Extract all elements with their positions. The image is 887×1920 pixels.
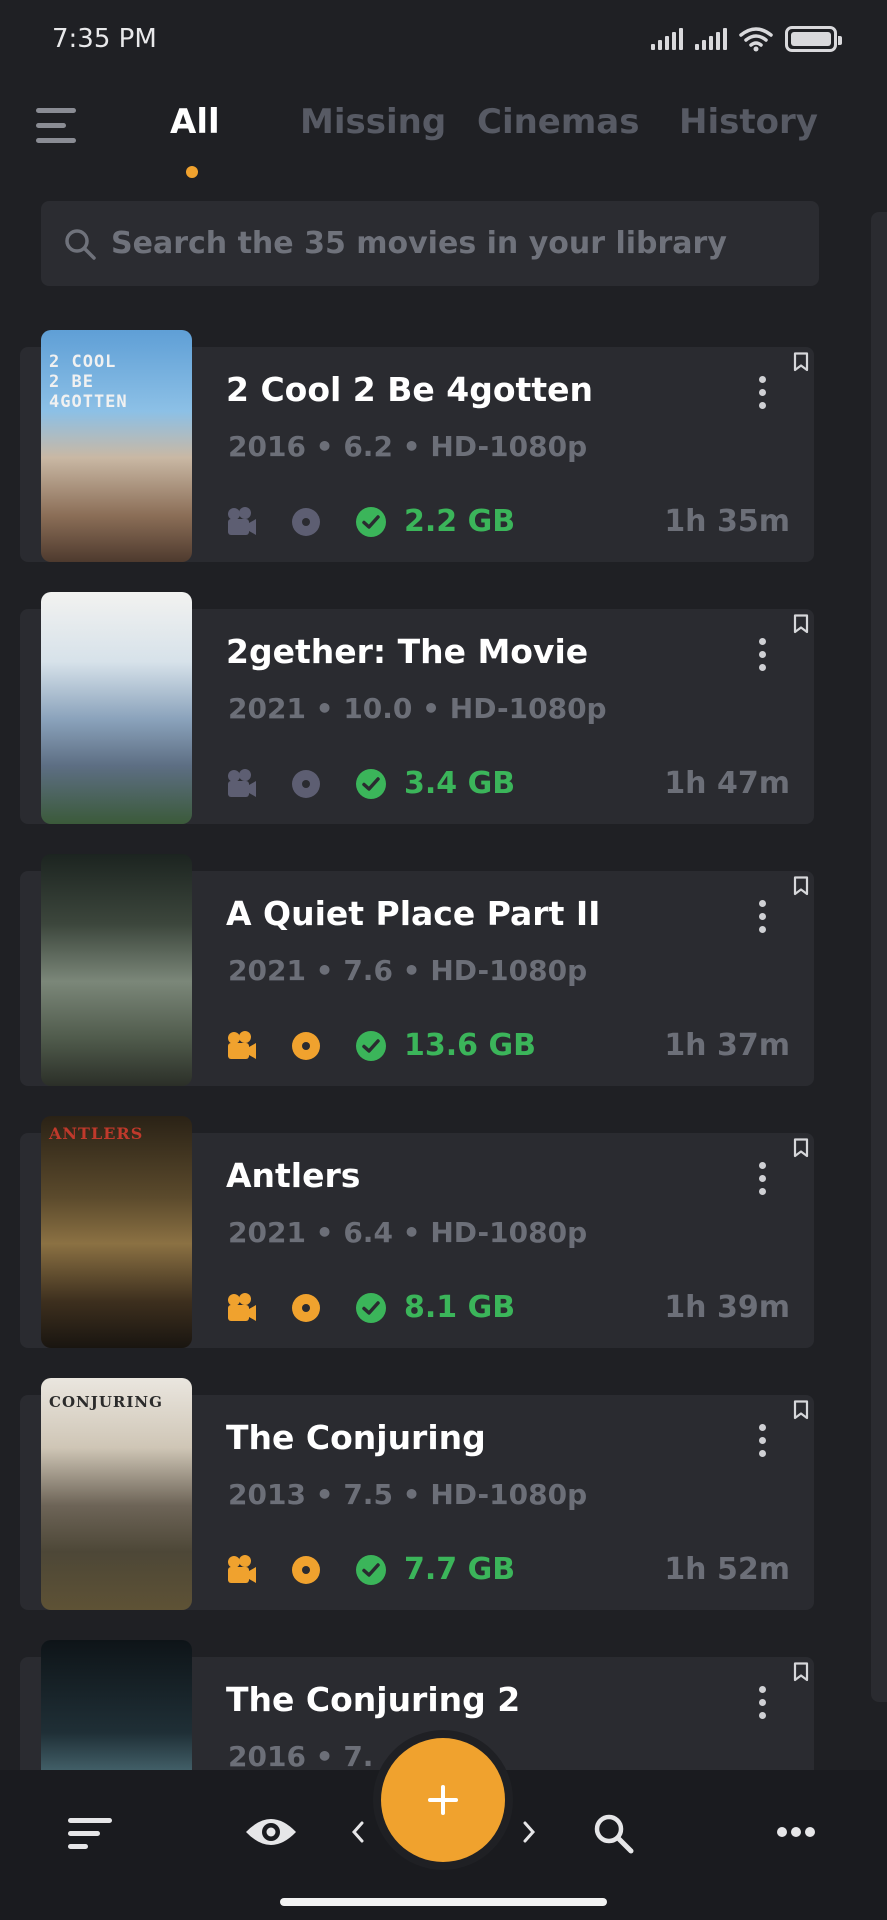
movie-card[interactable]: 2gether: The Movie 2021 • 10.0 • HD-1080p… bbox=[20, 592, 814, 824]
tab-cinemas[interactable]: Cinemas bbox=[477, 102, 639, 142]
file-size: 3.4 GB bbox=[404, 766, 516, 801]
movie-title[interactable]: A Quiet Place Part II bbox=[226, 894, 600, 933]
home-indicator[interactable] bbox=[280, 1898, 607, 1906]
signal-icon-2 bbox=[695, 28, 727, 50]
search-input[interactable]: Search the 35 movies in your library bbox=[111, 226, 727, 261]
downloaded-check-icon bbox=[356, 769, 386, 799]
movie-poster[interactable]: CONJURING bbox=[41, 1378, 192, 1610]
disc-icon[interactable] bbox=[292, 1032, 320, 1060]
eye-icon[interactable] bbox=[244, 1812, 298, 1852]
movie-title[interactable]: 2gether: The Movie bbox=[226, 632, 588, 671]
movie-list: 2 COOL 2 BE 4GOTTEN 2 Cool 2 Be 4gotten 20… bbox=[0, 330, 887, 1770]
trailer-camera-icon[interactable] bbox=[226, 1292, 258, 1324]
movie-card[interactable]: ANTLERS Antlers 2021 • 6.4 • HD-1080p 8.1 G… bbox=[20, 1116, 814, 1348]
bookmark-icon[interactable] bbox=[793, 352, 809, 372]
movie-meta: 2021 • 10.0 • HD-1080p bbox=[228, 692, 607, 725]
bookmark-icon[interactable] bbox=[793, 1400, 809, 1420]
status-time: 7:35 PM bbox=[52, 24, 157, 54]
downloaded-check-icon bbox=[356, 1031, 386, 1061]
movie-meta: 2016 • 7. bbox=[228, 1740, 374, 1770]
movie-card[interactable]: 2 COOL 2 BE 4GOTTEN 2 Cool 2 Be 4gotten 20… bbox=[20, 330, 814, 562]
file-size: 8.1 GB bbox=[404, 1290, 516, 1325]
battery-icon bbox=[785, 26, 842, 52]
movie-poster[interactable] bbox=[41, 854, 192, 1086]
add-movie-button[interactable] bbox=[381, 1738, 505, 1862]
movie-duration: 1h 37m bbox=[664, 1028, 790, 1063]
movie-duration: 1h 39m bbox=[664, 1290, 790, 1325]
kebab-menu-icon[interactable] bbox=[757, 1162, 767, 1196]
movie-meta: 2016 • 6.2 • HD-1080p bbox=[228, 430, 588, 463]
file-size: 13.6 GB bbox=[404, 1028, 536, 1063]
trailer-camera-icon[interactable] bbox=[226, 506, 258, 538]
disc-icon[interactable] bbox=[292, 770, 320, 798]
kebab-menu-icon[interactable] bbox=[757, 376, 767, 410]
movie-status-row: 2.2 GB 1h 35m bbox=[226, 504, 790, 542]
disc-icon[interactable] bbox=[292, 1294, 320, 1322]
search-icon bbox=[65, 228, 96, 260]
kebab-menu-icon[interactable] bbox=[757, 638, 767, 672]
movie-poster[interactable] bbox=[41, 1640, 192, 1770]
downloaded-check-icon bbox=[356, 507, 386, 537]
status-icons bbox=[651, 26, 842, 52]
file-size: 7.7 GB bbox=[404, 1552, 516, 1587]
movie-meta: 2021 • 6.4 • HD-1080p bbox=[228, 1216, 588, 1249]
movie-title[interactable]: 2 Cool 2 Be 4gotten bbox=[226, 370, 593, 409]
movie-poster[interactable] bbox=[41, 592, 192, 824]
status-bar: 7:35 PM bbox=[0, 0, 887, 80]
kebab-menu-icon[interactable] bbox=[757, 900, 767, 934]
movie-card[interactable]: CONJURING The Conjuring 2013 • 7.5 • HD-10… bbox=[20, 1378, 814, 1610]
file-size: 2.2 GB bbox=[404, 504, 516, 539]
poster-title: 2 COOL 2 BE 4GOTTEN bbox=[49, 352, 128, 412]
sort-icon[interactable] bbox=[68, 1816, 114, 1852]
kebab-menu-icon[interactable] bbox=[757, 1424, 767, 1458]
more-icon[interactable] bbox=[776, 1825, 816, 1839]
disc-icon[interactable] bbox=[292, 1556, 320, 1584]
movie-title[interactable]: Antlers bbox=[226, 1156, 360, 1195]
movie-poster[interactable]: 2 COOL 2 BE 4GOTTEN bbox=[41, 330, 192, 562]
bookmark-icon[interactable] bbox=[793, 614, 809, 634]
tab-missing[interactable]: Missing bbox=[300, 102, 446, 142]
movie-card[interactable]: A Quiet Place Part II 2021 • 7.6 • HD-108… bbox=[20, 854, 814, 1086]
search-icon[interactable] bbox=[592, 1812, 636, 1856]
movie-duration: 1h 52m bbox=[664, 1552, 790, 1587]
downloaded-check-icon bbox=[356, 1555, 386, 1585]
movie-duration: 1h 47m bbox=[664, 766, 790, 801]
chevron-left-icon[interactable] bbox=[350, 1820, 366, 1844]
wifi-icon bbox=[739, 27, 773, 52]
trailer-camera-icon[interactable] bbox=[226, 1554, 258, 1586]
tab-all[interactable]: All bbox=[170, 102, 220, 142]
search-bar[interactable]: Search the 35 movies in your library bbox=[41, 201, 819, 286]
bookmark-icon[interactable] bbox=[793, 1138, 809, 1158]
movie-status-row: 8.1 GB 1h 39m bbox=[226, 1290, 790, 1328]
movie-poster[interactable]: ANTLERS bbox=[41, 1116, 192, 1348]
signal-icon bbox=[651, 28, 683, 50]
disc-icon[interactable] bbox=[292, 508, 320, 536]
movie-title[interactable]: The Conjuring 2 bbox=[226, 1680, 520, 1719]
kebab-menu-icon[interactable] bbox=[757, 1686, 767, 1720]
bookmark-icon[interactable] bbox=[793, 1662, 809, 1682]
movie-status-row: 7.7 GB 1h 52m bbox=[226, 1552, 790, 1590]
poster-title: CONJURING bbox=[49, 1393, 163, 1411]
top-tabs: All Missing Cinemas History bbox=[0, 102, 887, 178]
chevron-right-icon[interactable] bbox=[521, 1820, 537, 1844]
movie-meta: 2013 • 7.5 • HD-1080p bbox=[228, 1478, 588, 1511]
movie-status-row: 3.4 GB 1h 47m bbox=[226, 766, 790, 804]
movie-title[interactable]: The Conjuring bbox=[226, 1418, 486, 1457]
movie-duration: 1h 35m bbox=[664, 504, 790, 539]
tab-history[interactable]: History bbox=[679, 102, 818, 142]
poster-title: ANTLERS bbox=[49, 1124, 144, 1143]
downloaded-check-icon bbox=[356, 1293, 386, 1323]
active-tab-indicator bbox=[186, 166, 198, 178]
trailer-camera-icon[interactable] bbox=[226, 768, 258, 800]
movie-meta: 2021 • 7.6 • HD-1080p bbox=[228, 954, 588, 987]
trailer-camera-icon[interactable] bbox=[226, 1030, 258, 1062]
bookmark-icon[interactable] bbox=[793, 876, 809, 896]
movie-status-row: 13.6 GB 1h 37m bbox=[226, 1028, 790, 1066]
